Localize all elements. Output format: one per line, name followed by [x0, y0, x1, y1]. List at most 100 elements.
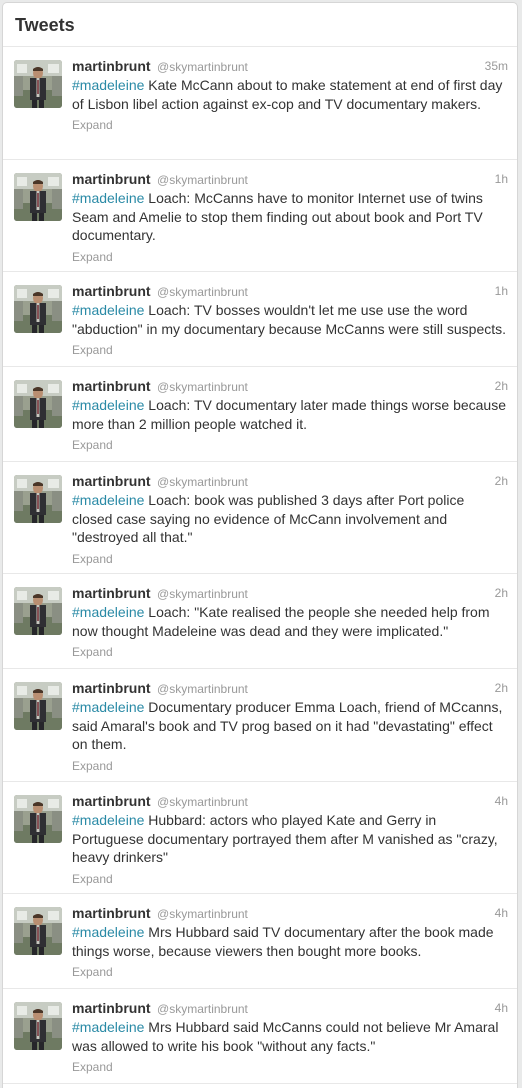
tweet-item[interactable]: martinbrunt @skymartinbrunt 2h #madelein…: [3, 669, 517, 782]
expand-link[interactable]: Expand: [72, 759, 113, 774]
author-name[interactable]: martinbrunt: [72, 793, 151, 809]
tweet-text: #madeleine Loach: McCanns have to monito…: [72, 189, 507, 245]
tweet-text: #madeleine Documentary producer Emma Loa…: [72, 698, 507, 754]
avatar-image: [14, 1002, 62, 1050]
tweet-header: martinbrunt @skymartinbrunt: [72, 170, 507, 189]
tweets-panel: Tweets martinbrunt @skymartinbrunt 35m #…: [2, 2, 518, 1088]
expand-link[interactable]: Expand: [72, 645, 113, 660]
tweet-header: martinbrunt @skymartinbrunt: [72, 584, 507, 603]
avatar[interactable]: [14, 173, 62, 221]
tweet-timestamp[interactable]: 2h: [495, 584, 508, 603]
author-name[interactable]: martinbrunt: [72, 283, 151, 299]
hashtag-link[interactable]: #madeleine: [72, 397, 144, 413]
avatar[interactable]: [14, 475, 62, 523]
author-name[interactable]: martinbrunt: [72, 680, 151, 696]
tweet-timestamp[interactable]: 35m: [485, 57, 508, 76]
avatar[interactable]: [14, 380, 62, 428]
tweet-item[interactable]: martinbrunt @skymartinbrunt 1h #madelein…: [3, 272, 517, 367]
hashtag-link[interactable]: #madeleine: [72, 77, 144, 93]
author-handle[interactable]: @skymartinbrunt: [157, 60, 248, 74]
author-name[interactable]: martinbrunt: [72, 1000, 151, 1016]
avatar[interactable]: [14, 795, 62, 843]
expand-link[interactable]: Expand: [72, 118, 113, 133]
avatar-image: [14, 587, 62, 635]
hashtag-link[interactable]: #madeleine: [72, 604, 144, 620]
author-name[interactable]: martinbrunt: [72, 58, 151, 74]
author-handle[interactable]: @skymartinbrunt: [157, 173, 248, 187]
avatar-image: [14, 682, 62, 730]
avatar[interactable]: [14, 587, 62, 635]
author-handle[interactable]: @skymartinbrunt: [157, 1002, 248, 1016]
tweet-text: #madeleine Loach: "Kate realised the peo…: [72, 603, 507, 640]
avatar-image: [14, 60, 62, 108]
avatar-image: [14, 795, 62, 843]
tweet-item[interactable]: martinbrunt @skymartinbrunt 2h #madelein…: [3, 367, 517, 462]
tweet-item[interactable]: martinbrunt @skymartinbrunt 35m #madelei…: [3, 47, 517, 160]
author-handle[interactable]: @skymartinbrunt: [157, 682, 248, 696]
avatar-image: [14, 285, 62, 333]
hashtag-link[interactable]: #madeleine: [72, 812, 144, 828]
tweet-item[interactable]: martinbrunt @skymartinbrunt 4h #madelein…: [3, 894, 517, 989]
tweet-header: martinbrunt @skymartinbrunt: [72, 904, 507, 923]
expand-link[interactable]: Expand: [72, 872, 113, 887]
avatar-image: [14, 475, 62, 523]
expand-link[interactable]: Expand: [72, 965, 113, 980]
author-name[interactable]: martinbrunt: [72, 585, 151, 601]
expand-link[interactable]: Expand: [72, 552, 113, 567]
avatar[interactable]: [14, 907, 62, 955]
tweets-header: Tweets: [3, 3, 517, 47]
hashtag-link[interactable]: #madeleine: [72, 302, 144, 318]
author-name[interactable]: martinbrunt: [72, 171, 151, 187]
tweet-timestamp[interactable]: 2h: [495, 472, 508, 491]
tweet-text: #madeleine Mrs Hubbard said McCanns coul…: [72, 1018, 507, 1055]
tweet-text: #madeleine Loach: TV documentary later m…: [72, 396, 507, 433]
author-handle[interactable]: @skymartinbrunt: [157, 795, 248, 809]
hashtag-link[interactable]: #madeleine: [72, 190, 144, 206]
tweet-timestamp[interactable]: 2h: [495, 377, 508, 396]
author-name[interactable]: martinbrunt: [72, 378, 151, 394]
hashtag-link[interactable]: #madeleine: [72, 1019, 144, 1035]
author-handle[interactable]: @skymartinbrunt: [157, 285, 248, 299]
expand-link[interactable]: Expand: [72, 1060, 113, 1075]
avatar[interactable]: [14, 60, 62, 108]
author-handle[interactable]: @skymartinbrunt: [157, 907, 248, 921]
tweet-list: martinbrunt @skymartinbrunt 35m #madelei…: [3, 47, 517, 1084]
avatar[interactable]: [14, 285, 62, 333]
tweet-timestamp[interactable]: 1h: [495, 282, 508, 301]
tweet-header: martinbrunt @skymartinbrunt: [72, 377, 507, 396]
avatar-image: [14, 173, 62, 221]
tweet-text: #madeleine Mrs Hubbard said TV documenta…: [72, 923, 507, 960]
tweet-timestamp[interactable]: 4h: [495, 792, 508, 811]
tweet-header: martinbrunt @skymartinbrunt: [72, 57, 507, 76]
tweet-text: #madeleine Loach: TV bosses wouldn't let…: [72, 301, 507, 338]
hashtag-link[interactable]: #madeleine: [72, 492, 144, 508]
author-handle[interactable]: @skymartinbrunt: [157, 475, 248, 489]
avatar-image: [14, 907, 62, 955]
tweet-timestamp[interactable]: 4h: [495, 904, 508, 923]
tweet-text: #madeleine Hubbard: actors who played Ka…: [72, 811, 507, 867]
tweet-item[interactable]: martinbrunt @skymartinbrunt 2h #madelein…: [3, 462, 517, 574]
tweet-header: martinbrunt @skymartinbrunt: [72, 472, 507, 491]
expand-link[interactable]: Expand: [72, 438, 113, 453]
expand-link[interactable]: Expand: [72, 250, 113, 265]
avatar[interactable]: [14, 1002, 62, 1050]
tweet-item[interactable]: martinbrunt @skymartinbrunt 2h #madelein…: [3, 574, 517, 669]
tweet-header: martinbrunt @skymartinbrunt: [72, 282, 507, 301]
tweet-item[interactable]: martinbrunt @skymartinbrunt 4h #madelein…: [3, 989, 517, 1084]
tweet-text: #madeleine Loach: book was published 3 d…: [72, 491, 507, 547]
tweet-timestamp[interactable]: 1h: [495, 170, 508, 189]
hashtag-link[interactable]: #madeleine: [72, 699, 144, 715]
author-handle[interactable]: @skymartinbrunt: [157, 380, 248, 394]
expand-link[interactable]: Expand: [72, 343, 113, 358]
avatar-image: [14, 380, 62, 428]
author-name[interactable]: martinbrunt: [72, 473, 151, 489]
tweet-item[interactable]: martinbrunt @skymartinbrunt 4h #madelein…: [3, 782, 517, 894]
author-name[interactable]: martinbrunt: [72, 905, 151, 921]
author-handle[interactable]: @skymartinbrunt: [157, 587, 248, 601]
page-title: Tweets: [15, 15, 75, 35]
hashtag-link[interactable]: #madeleine: [72, 924, 144, 940]
avatar[interactable]: [14, 682, 62, 730]
tweet-timestamp[interactable]: 2h: [495, 679, 508, 698]
tweet-timestamp[interactable]: 4h: [495, 999, 508, 1018]
tweet-item[interactable]: martinbrunt @skymartinbrunt 1h #madelein…: [3, 160, 517, 272]
